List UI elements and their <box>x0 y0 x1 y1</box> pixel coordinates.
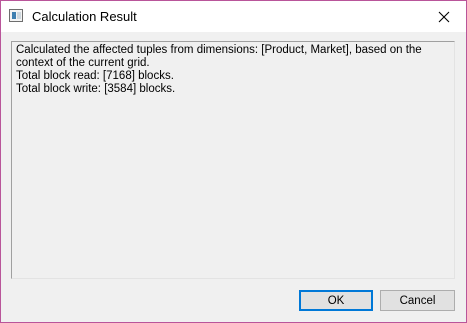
message-line-affected-tuples: Calculated the affected tuples from dime… <box>16 44 422 69</box>
title-bar[interactable]: Calculation Result <box>1 1 466 32</box>
cancel-button[interactable]: Cancel <box>380 290 455 311</box>
close-button[interactable] <box>421 1 466 32</box>
calculation-result-dialog: Calculation Result Calculated the affect… <box>0 0 467 323</box>
close-icon <box>438 11 449 22</box>
app-icon-pane-left <box>12 12 16 19</box>
window-title: Calculation Result <box>32 9 137 24</box>
message-line-block-write: Total block write: [3584] blocks. <box>16 83 176 95</box>
app-window-icon <box>9 9 23 22</box>
ok-button[interactable]: OK <box>299 290 373 311</box>
result-message-box: Calculated the affected tuples from dime… <box>11 41 455 279</box>
app-icon-pane-right <box>17 12 21 19</box>
message-line-block-read: Total block read: [7168] blocks. <box>16 70 174 82</box>
